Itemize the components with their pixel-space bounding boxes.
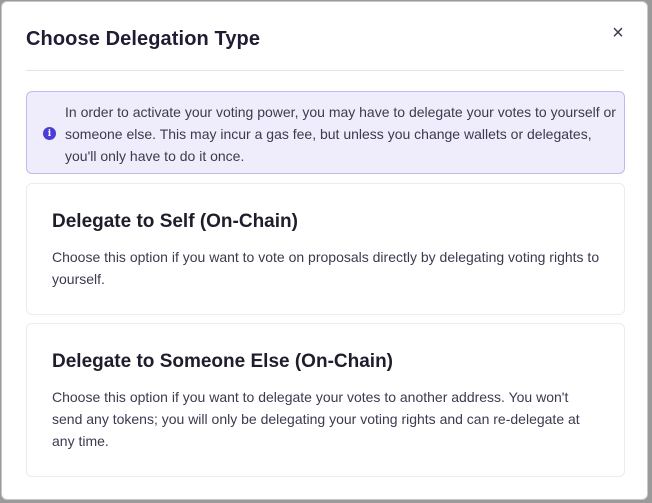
modal-title: Choose Delegation Type (26, 28, 261, 50)
delegation-modal: Choose Delegation Type × i In order to a… (1, 1, 648, 500)
info-icon: i (43, 127, 56, 140)
info-text: In order to activate your voting power, … (65, 104, 616, 164)
info-banner: i In order to activate your voting power… (26, 91, 625, 174)
option-description: Choose this option if you want to vote o… (52, 249, 600, 287)
close-button[interactable]: × (608, 23, 628, 43)
modal-header: Choose Delegation Type × (26, 23, 624, 71)
delegate-to-someone-else-option[interactable]: Delegate to Someone Else (On-Chain) Choo… (26, 323, 625, 477)
delegate-to-self-option[interactable]: Delegate to Self (On-Chain) Choose this … (26, 183, 625, 315)
option-description: Choose this option if you want to delega… (52, 389, 580, 449)
option-title: Delegate to Self (On-Chain) (52, 211, 298, 232)
close-icon: × (612, 22, 624, 44)
option-title: Delegate to Someone Else (On-Chain) (52, 351, 393, 372)
